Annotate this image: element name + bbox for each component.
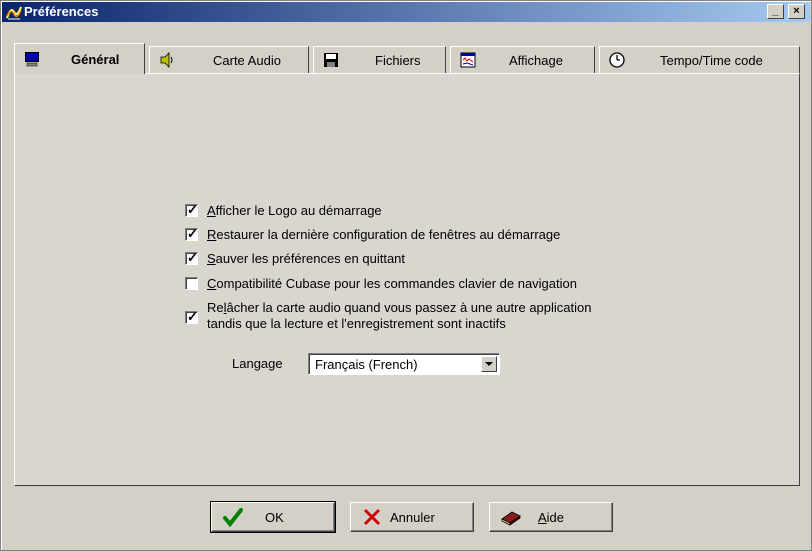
- checkbox-box[interactable]: ✓: [185, 250, 198, 265]
- app-logo-icon: [6, 6, 22, 20]
- tab-label: Général: [71, 52, 120, 67]
- window-title: Préférences: [24, 4, 99, 19]
- close-button[interactable]: ×: [788, 4, 805, 19]
- tab-general[interactable]: Général: [14, 43, 145, 74]
- preferences-window: Préférences _ × Général Carte Audio Fich…: [0, 0, 812, 551]
- language-select-value: Français (French): [315, 357, 418, 372]
- checkmark-icon: ✓: [187, 250, 198, 265]
- checkmark-icon: ✓: [187, 309, 198, 324]
- checkbox-label: Relâcher la carte audio quand vous passe…: [207, 300, 592, 315]
- minimize-button[interactable]: _: [767, 4, 784, 19]
- ok-label: OK: [265, 510, 284, 525]
- language-select[interactable]: Français (French): [308, 353, 500, 375]
- checkbox-label-line2: tandis que la lecture et l'enregistremen…: [207, 316, 506, 331]
- help-label: Aide: [538, 510, 565, 525]
- checkbox-label: Restaurer la dernière configuration de f…: [207, 227, 561, 242]
- help-book-icon: [501, 511, 521, 526]
- checkbox-label: Compatibilité Cubase pour les commandes …: [207, 276, 577, 291]
- checkbox-box[interactable]: ✓: [185, 226, 198, 241]
- tab-label: Carte Audio: [213, 53, 281, 68]
- tab-fichiers[interactable]: Fichiers: [313, 46, 446, 73]
- checkmark-icon: ✓: [187, 226, 198, 241]
- cancel-button[interactable]: Annuler: [350, 502, 474, 532]
- speaker-icon: [160, 52, 173, 68]
- checkmark-icon: [223, 508, 243, 527]
- checkmark-icon: ✓: [187, 202, 198, 217]
- display-window-icon: [460, 52, 476, 68]
- checkbox-box[interactable]: [185, 277, 198, 290]
- title-bar[interactable]: Préférences _ ×: [2, 2, 810, 22]
- general-tab-panel: ✓ Afficher le Logo au démarrage ✓ Restau…: [14, 73, 800, 486]
- chevron-down-icon[interactable]: [481, 356, 497, 372]
- help-button[interactable]: Aide: [489, 502, 613, 532]
- tab-label: Affichage: [509, 53, 563, 68]
- checkbox-box[interactable]: ✓: [185, 202, 198, 217]
- ok-button[interactable]: OK: [210, 501, 336, 533]
- floppy-disk-icon: [324, 53, 338, 67]
- tab-label: Tempo/Time code: [660, 53, 763, 68]
- clock-icon: [609, 52, 625, 68]
- checkbox-label: Sauver les préférences en quittant: [207, 251, 406, 266]
- language-label: Langage: [232, 356, 283, 371]
- tab-affichage[interactable]: Affichage: [450, 46, 595, 73]
- checkbox-label: Afficher le Logo au démarrage: [207, 203, 382, 218]
- cancel-label: Annuler: [390, 510, 435, 525]
- close-icon: ×: [793, 5, 800, 17]
- tab-tempo-time-code[interactable]: Tempo/Time code: [599, 46, 800, 73]
- cancel-x-icon: [363, 508, 381, 526]
- tab-label: Fichiers: [375, 53, 421, 68]
- tab-carte-audio[interactable]: Carte Audio: [149, 46, 309, 73]
- monitor-icon: [25, 52, 39, 67]
- minimize-icon: _: [772, 5, 779, 17]
- checkbox-box[interactable]: ✓: [185, 309, 198, 324]
